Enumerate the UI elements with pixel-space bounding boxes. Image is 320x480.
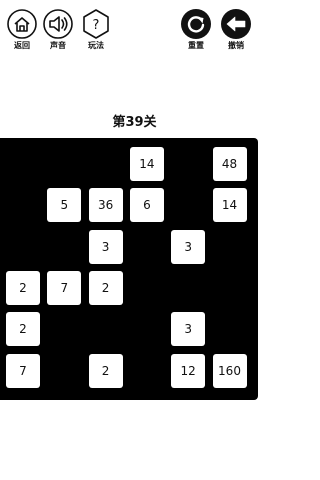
number-tile[interactable]: 5 — [47, 188, 82, 223]
number-tile[interactable]: 2 — [6, 312, 40, 347]
number-tile[interactable]: 6 — [129, 188, 164, 223]
toolbar: 返回 声音 ? 玩法 重置 撤销 — [0, 0, 269, 60]
reset-label: 重置 — [188, 41, 204, 50]
number-tile[interactable]: 160 — [212, 353, 247, 388]
back-label: 返回 — [14, 41, 30, 50]
number-tile[interactable]: 3 — [171, 312, 206, 347]
undo-label: 撤销 — [228, 41, 244, 50]
sound-button[interactable]: 声音 — [40, 8, 76, 51]
number-tile[interactable]: 12 — [171, 353, 206, 388]
undo-button[interactable]: 撤销 — [218, 8, 254, 51]
number-tile[interactable]: 7 — [6, 353, 40, 388]
number-tile[interactable]: 48 — [212, 147, 247, 181]
help-glyph: ? — [93, 18, 100, 33]
number-tile[interactable]: 14 — [212, 188, 247, 223]
home-icon — [7, 9, 37, 39]
number-tile[interactable]: 3 — [88, 229, 123, 264]
level-title: 第39关 — [112, 115, 157, 130]
help-button[interactable]: ? 玩法 — [78, 8, 114, 51]
back-button[interactable]: 返回 — [4, 8, 40, 51]
number-tile[interactable]: 2 — [6, 270, 40, 305]
question-hexagon-icon: ? — [83, 9, 109, 39]
sound-label: 声音 — [50, 41, 66, 50]
reset-button[interactable]: 重置 — [178, 8, 214, 51]
arrow-left-icon — [221, 9, 251, 39]
number-tile[interactable]: 2 — [88, 270, 123, 305]
number-tile[interactable]: 36 — [88, 188, 123, 223]
help-label: 玩法 — [88, 41, 104, 50]
game-board: 14 48 5 36 6 14 3 3 2 7 2 2 3 7 2 12 160 — [0, 138, 258, 400]
number-tile[interactable]: 14 — [129, 147, 164, 181]
speaker-icon — [43, 9, 73, 39]
number-tile[interactable]: 3 — [171, 229, 206, 264]
refresh-icon — [181, 9, 211, 39]
number-tile[interactable]: 7 — [47, 270, 82, 305]
number-tile[interactable]: 2 — [88, 353, 123, 388]
